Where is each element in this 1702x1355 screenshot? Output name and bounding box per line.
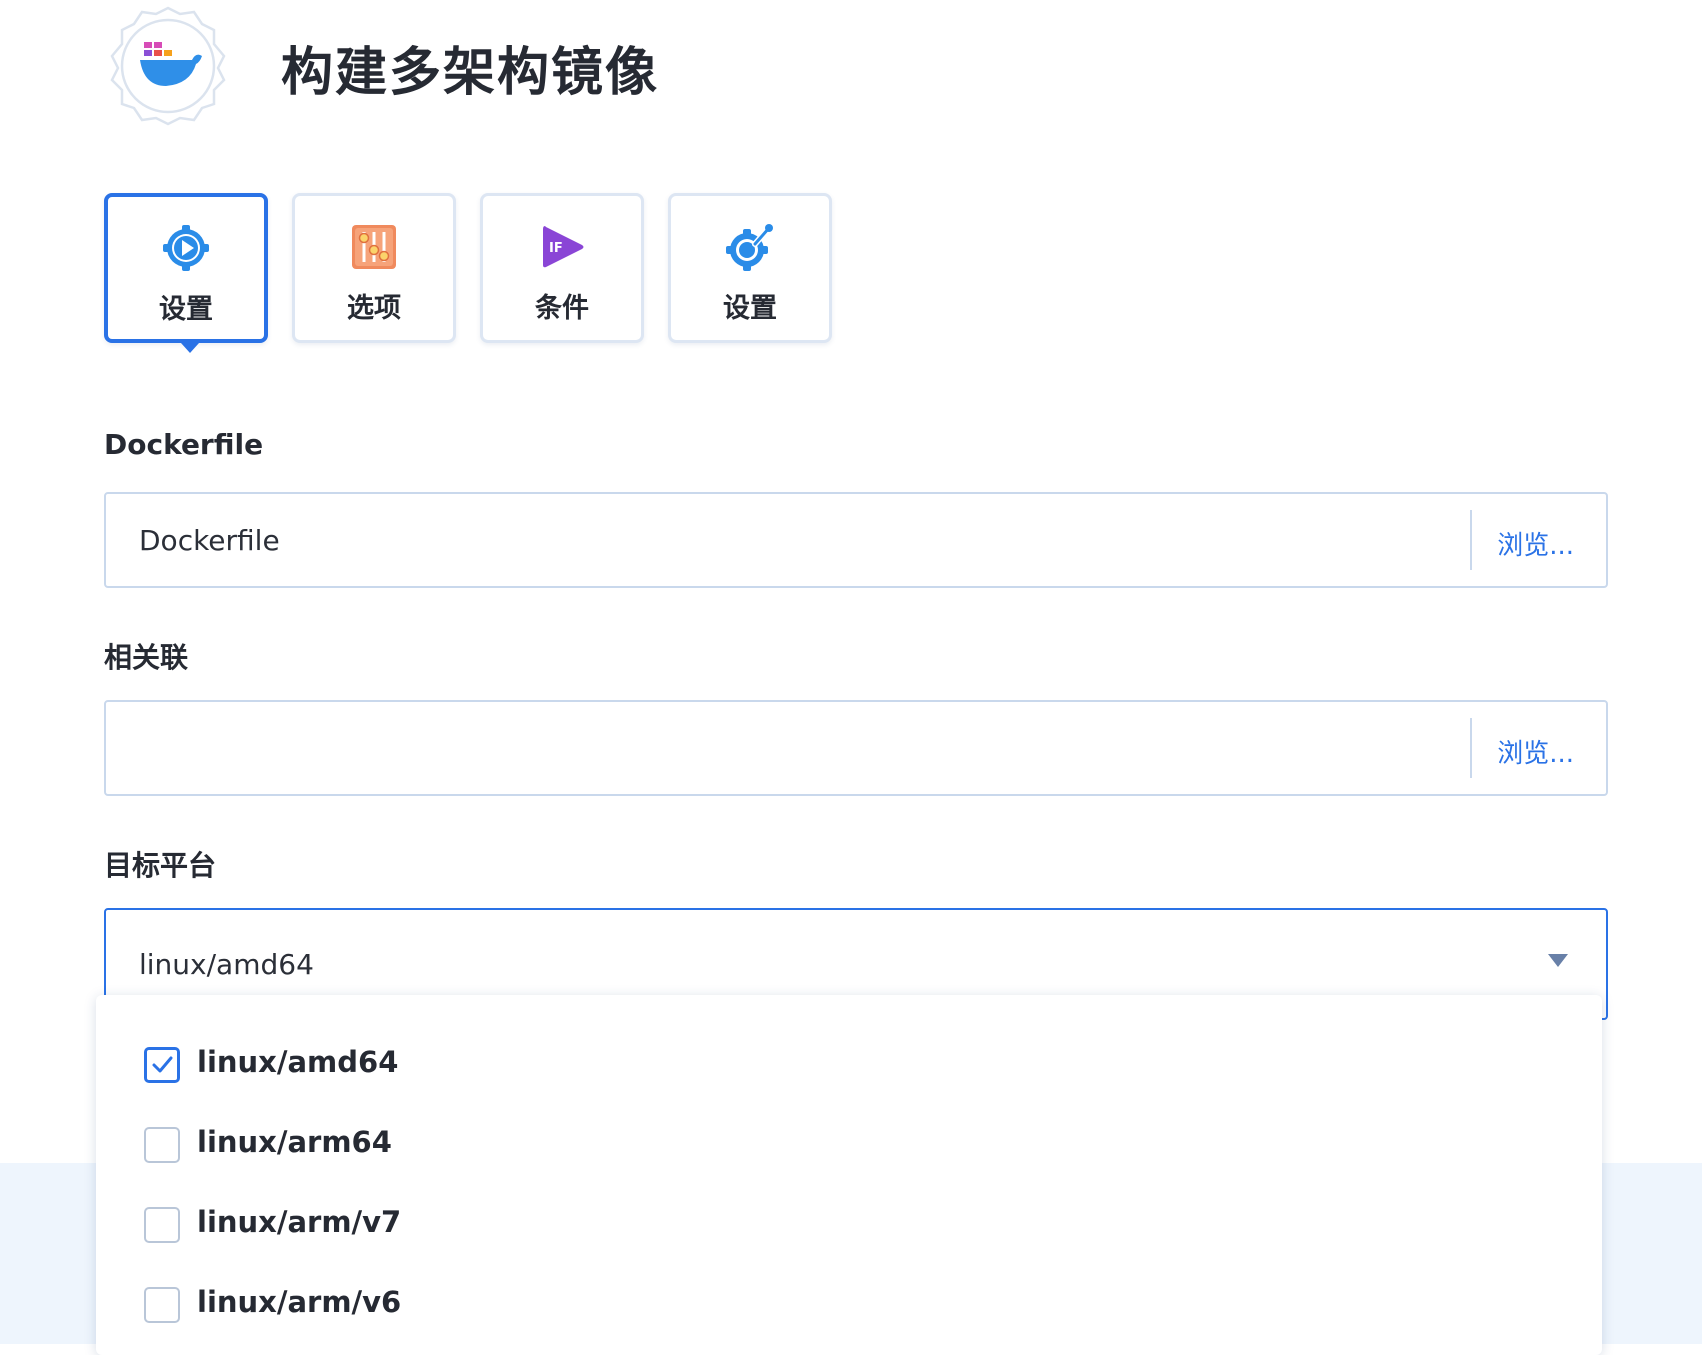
if-play-icon: IF [537, 222, 587, 272]
tab-settings[interactable]: 设置 [104, 193, 268, 343]
context-label: 相关联 [104, 641, 189, 674]
tab-settings-advanced[interactable]: 设置 [668, 193, 832, 343]
svg-text:IF: IF [549, 241, 563, 256]
check-icon [152, 1056, 173, 1073]
dockerfile-label: Dockerfile [104, 428, 264, 461]
platform-selected-value: linux/amd64 [139, 948, 314, 981]
platform-option-label: linux/arm/v6 [197, 1285, 402, 1319]
platform-dropdown: linux/amd64 linux/arm64 linux/arm/v7 lin… [96, 995, 1602, 1355]
platform-option-label: linux/arm64 [197, 1125, 392, 1159]
platform-option-label: linux/amd64 [197, 1045, 399, 1079]
tab-label: 设置 [159, 294, 213, 325]
active-tab-pointer [181, 343, 199, 353]
checkbox[interactable] [144, 1127, 180, 1163]
docker-whale-gear-icon [104, 4, 232, 128]
page-title: 构建多架构镜像 [281, 43, 660, 103]
tab-label: 设置 [723, 293, 777, 324]
gear-wrench-icon [725, 222, 775, 272]
chevron-down-icon[interactable] [1548, 954, 1568, 967]
dockerfile-input[interactable]: Dockerfile 浏览... [104, 492, 1608, 588]
input-divider [1470, 510, 1472, 570]
input-divider [1470, 718, 1472, 778]
platform-option-label: linux/arm/v7 [197, 1205, 402, 1239]
dockerfile-value: Dockerfile [139, 524, 280, 557]
sliders-icon [349, 222, 399, 272]
checkbox-checked[interactable] [144, 1047, 180, 1083]
context-input[interactable]: 浏览... [104, 700, 1608, 796]
checkbox[interactable] [144, 1207, 180, 1243]
context-browse-button[interactable]: 浏览... [1497, 733, 1574, 770]
tab-conditions[interactable]: IF 条件 [480, 193, 644, 343]
checkbox[interactable] [144, 1287, 180, 1323]
dockerfile-browse-button[interactable]: 浏览... [1497, 525, 1574, 562]
gear-play-icon [161, 223, 211, 273]
tab-label: 条件 [535, 293, 589, 324]
tab-label: 选项 [347, 293, 401, 324]
platform-label: 目标平台 [104, 849, 217, 882]
tab-options[interactable]: 选项 [292, 193, 456, 343]
